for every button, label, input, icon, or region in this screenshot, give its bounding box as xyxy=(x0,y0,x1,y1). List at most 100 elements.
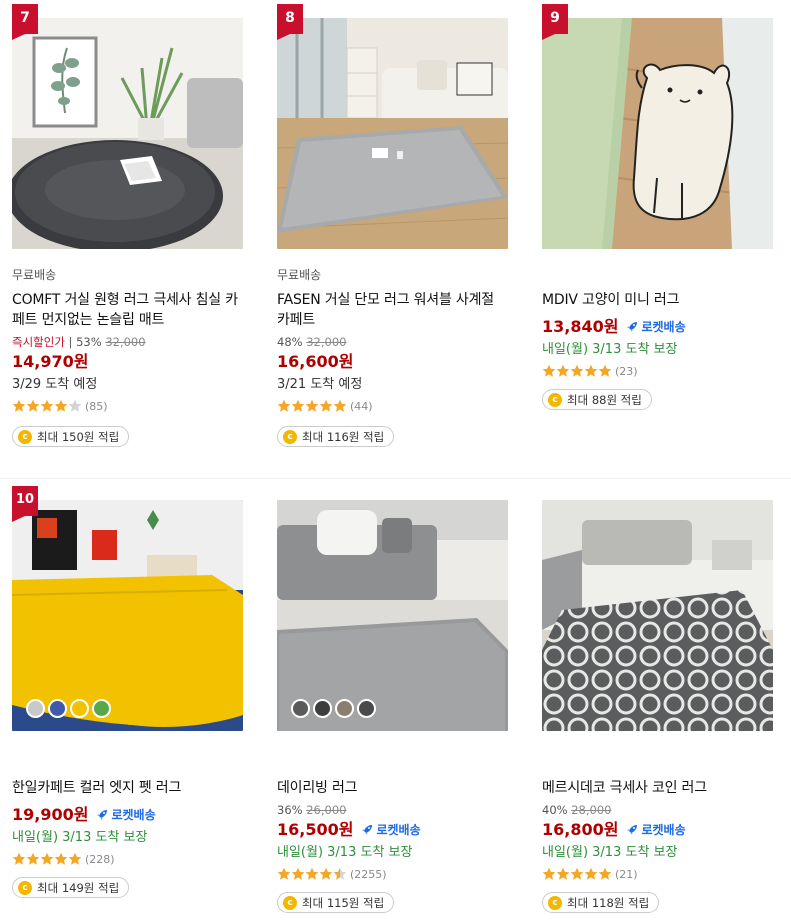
review-count: (2255) xyxy=(350,867,387,881)
swatch-option[interactable] xyxy=(313,699,332,718)
color-swatches xyxy=(26,699,114,718)
swatch-option[interactable] xyxy=(48,699,67,718)
star-icon xyxy=(40,399,54,412)
star-icon xyxy=(54,852,68,865)
star-icon xyxy=(12,399,26,412)
color-swatches xyxy=(291,699,379,718)
delivery-guarantee: 내일(월) 3/13 도착 보장 xyxy=(542,845,678,860)
swatch-option[interactable] xyxy=(92,699,111,718)
swatch-option[interactable] xyxy=(26,699,45,718)
review-count: (23) xyxy=(615,364,638,378)
review-count: (21) xyxy=(615,867,638,881)
rocket-icon xyxy=(97,810,108,820)
swatch-option[interactable] xyxy=(357,699,376,718)
star-rating xyxy=(277,867,347,881)
sale-price: 14,970원 xyxy=(12,352,89,371)
swatch-option[interactable] xyxy=(335,699,354,718)
product-image[interactable] xyxy=(542,18,773,249)
original-price: 28,000 xyxy=(571,803,612,817)
star-rating xyxy=(542,364,612,378)
rocket-delivery-badge: 로켓배송 xyxy=(625,819,686,841)
rocket-delivery-badge: 로켓배송 xyxy=(360,819,421,841)
coin-icon: c xyxy=(283,895,297,910)
star-icon xyxy=(305,867,319,880)
star-icon xyxy=(598,364,612,377)
star-icon xyxy=(68,852,82,865)
price-line: 16,800원 로켓배송 xyxy=(542,819,774,841)
price-line: 13,840원 로켓배송 xyxy=(542,316,774,338)
rocket-label: 로켓배송 xyxy=(641,320,686,334)
coin-icon: c xyxy=(548,392,562,407)
star-icon xyxy=(305,399,319,412)
product-image[interactable] xyxy=(12,500,243,731)
star-icon xyxy=(12,852,26,865)
round-rug-image xyxy=(12,18,243,249)
product-title[interactable]: 메르시데코 극세사 코인 러그 xyxy=(542,778,774,798)
rank-badge: 10 xyxy=(12,486,38,522)
star-rating xyxy=(542,867,612,881)
star-icon xyxy=(291,399,305,412)
star-icon xyxy=(26,399,40,412)
coin-icon: c xyxy=(283,429,297,444)
review-count: (85) xyxy=(85,399,108,413)
product-card[interactable]: 데이리빙 러그 36% 26,000 16,500원 로켓배송 내일(월) 3/… xyxy=(277,482,509,920)
points-label: 최대 116원 적립 xyxy=(302,429,385,444)
living-room-rug-image xyxy=(277,18,508,249)
cat-rug-image xyxy=(542,18,773,249)
product-card[interactable]: 9 MDIV 고양이 미니 러그 13,840원 로켓배송 내일(월) 3/13… xyxy=(542,0,774,475)
coin-icon: c xyxy=(18,880,32,895)
product-image[interactable] xyxy=(277,18,508,249)
free-shipping-label: 무료배송 xyxy=(12,268,57,282)
product-title[interactable]: FASEN 거실 단모 러그 워셔블 사계절 카페트 xyxy=(277,290,509,330)
product-card[interactable]: 8 무료배송 FASEN 거실 단모 러그 워셔블 사계절 카페트 48% 32… xyxy=(277,0,509,475)
product-card[interactable]: 메르시데코 극세사 코인 러그 40% 28,000 16,800원 로켓배송 … xyxy=(542,482,774,920)
product-image[interactable] xyxy=(542,500,773,731)
rocket-delivery-badge: 로켓배송 xyxy=(625,316,686,338)
discount-info: 40% 28,000 xyxy=(542,802,774,818)
swatch-option[interactable] xyxy=(70,699,89,718)
star-icon xyxy=(584,364,598,377)
original-price: 32,000 xyxy=(105,335,146,349)
rating: (228) xyxy=(12,851,244,867)
star-icon xyxy=(542,867,556,880)
product-image[interactable] xyxy=(277,500,508,731)
star-icon xyxy=(556,364,570,377)
product-title[interactable]: 데이리빙 러그 xyxy=(277,778,509,798)
rocket-delivery-badge: 로켓배송 xyxy=(95,804,156,826)
swatch-option[interactable] xyxy=(291,699,310,718)
points-badge: c 최대 116원 적립 xyxy=(277,426,395,447)
sale-price: 16,800원 xyxy=(542,820,619,839)
discount-info: 48% 32,000 xyxy=(277,334,509,350)
yellow-rug-image xyxy=(12,500,243,731)
row-divider xyxy=(0,478,791,479)
product-image[interactable] xyxy=(12,18,243,249)
product-info: 무료배송 FASEN 거실 단모 러그 워셔블 사계절 카페트 48% 32,0… xyxy=(277,266,509,447)
product-title[interactable]: 한일카페트 컬러 엣지 펫 러그 xyxy=(12,778,244,798)
instant-discount-label: 즉시할인가 xyxy=(12,335,65,349)
product-title[interactable]: COMFT 거실 원형 러그 극세사 침실 카페트 먼지없는 논슬립 매트 xyxy=(12,290,244,330)
sale-price: 13,840원 xyxy=(542,317,619,336)
rating: (21) xyxy=(542,866,774,882)
star-icon xyxy=(333,867,347,880)
product-info: 메르시데코 극세사 코인 러그 40% 28,000 16,800원 로켓배송 … xyxy=(542,772,774,913)
product-card[interactable]: 7 무료배송 COMFT 거실 원형 러그 극세사 침실 카페트 먼지없는 논슬… xyxy=(12,0,244,475)
points-label: 최대 115원 적립 xyxy=(302,895,385,910)
free-shipping-label: 무료배송 xyxy=(277,268,322,282)
rocket-label: 로켓배송 xyxy=(111,808,156,822)
star-icon xyxy=(584,867,598,880)
review-count: (228) xyxy=(85,852,115,866)
price-line: 19,900원 로켓배송 xyxy=(12,804,244,826)
product-title[interactable]: MDIV 고양이 미니 러그 xyxy=(542,290,774,310)
points-label: 최대 118원 적립 xyxy=(567,895,650,910)
sale-price: 16,600원 xyxy=(277,352,354,371)
star-icon xyxy=(277,867,291,880)
rocket-label: 로켓배송 xyxy=(641,823,686,837)
coin-icon: c xyxy=(18,429,32,444)
sale-price: 16,500원 xyxy=(277,820,354,839)
product-row-2: 10 한일카페트 컬러 엣지 펫 러그 19,900원 로켓배송 내일(월) 3… xyxy=(0,482,791,920)
gray-rug-sofa-image xyxy=(277,500,508,731)
rating: (2255) xyxy=(277,866,509,882)
product-card[interactable]: 10 한일카페트 컬러 엣지 펫 러그 19,900원 로켓배송 내일(월) 3… xyxy=(12,482,244,920)
review-count: (44) xyxy=(350,399,373,413)
rocket-icon xyxy=(627,825,638,835)
